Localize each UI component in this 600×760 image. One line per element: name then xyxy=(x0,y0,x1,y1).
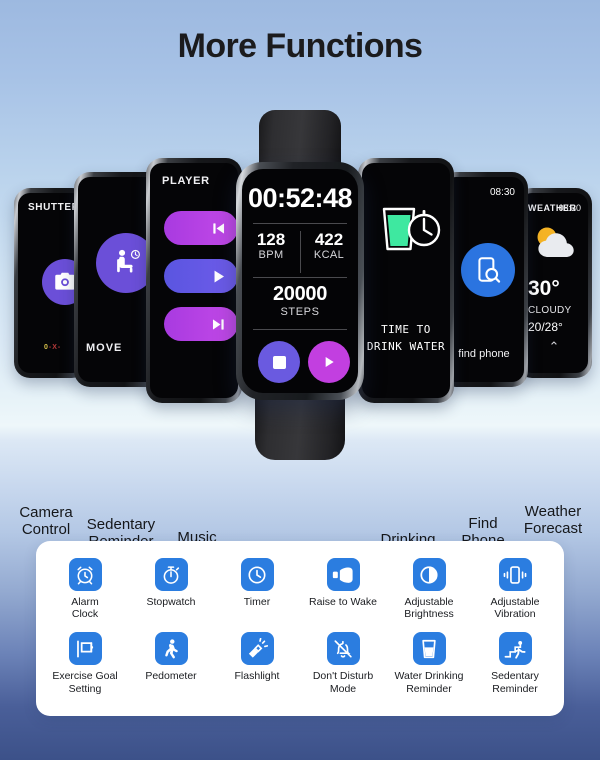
feature-label: Exercise Goal Setting xyxy=(52,670,118,695)
feature-item[interactable]: Stopwatch xyxy=(128,555,214,623)
feature-card: Alarm Clock Stopwatch Timer Raise to Wake Adj… xyxy=(36,541,564,716)
divider xyxy=(253,223,347,224)
feature-label: Adjustable Vibration xyxy=(490,596,540,621)
feature-item[interactable]: Exercise Goal Setting xyxy=(42,629,128,697)
play-button[interactable] xyxy=(308,341,350,383)
watch-drinking-reminder[interactable]: TIME TO DRINK WATER xyxy=(358,158,454,403)
watch-screen-music: PLAYER xyxy=(150,163,238,398)
feature-item[interactable]: Alarm Clock xyxy=(42,555,128,623)
feature-label: Flashlight xyxy=(234,670,280,683)
move-label: MOVE xyxy=(86,342,123,354)
page-header: More Functions xyxy=(0,0,600,66)
watch-case: 00:52:48 128 BPM 422 KCAL 20000 STEPS xyxy=(236,162,364,400)
feature-item[interactable]: Flashlight xyxy=(214,629,300,697)
kcal-value: 422 xyxy=(314,230,344,249)
watch-screen-drink: TIME TO DRINK WATER xyxy=(362,163,450,398)
weather-time: 08:30 xyxy=(558,203,581,213)
feature-item[interactable]: Don't Disturb Mode xyxy=(300,629,386,697)
walking-stairs-icon xyxy=(498,632,532,666)
phone-search-icon xyxy=(461,243,515,297)
feature-label: Pedometer xyxy=(145,670,197,683)
drink-line-1: TIME TO xyxy=(381,323,431,336)
watch-showcase: SHUTTER 0-X- MOVE PLAYER 00:52:48 128 BP… xyxy=(0,110,600,565)
calories-stat: 422 KCAL xyxy=(300,231,358,261)
stopwatch-icon xyxy=(154,558,188,591)
watch-screen-hero: 00:52:48 128 BPM 422 KCAL 20000 STEPS xyxy=(242,169,358,393)
steps-stat: 20000 STEPS xyxy=(242,283,358,318)
page-title: More Functions xyxy=(177,27,423,65)
watch-music-control[interactable]: PLAYER xyxy=(146,158,242,403)
caption-weather-forecast: Weather Forecast xyxy=(523,503,583,538)
feature-item[interactable]: Water Drinking Reminder xyxy=(386,629,472,697)
feature-item[interactable]: Adjustable Brightness xyxy=(386,555,472,623)
find-phone-label: find phone xyxy=(458,348,510,360)
feature-label: Alarm Clock xyxy=(71,596,99,621)
vibration-icon xyxy=(498,558,532,591)
feature-item[interactable]: Raise to Wake xyxy=(300,555,386,623)
feature-label: Adjustable Brightness xyxy=(404,596,454,621)
steps-value: 20000 xyxy=(272,283,328,305)
timer-clock-icon xyxy=(240,558,274,591)
heart-rate-stat: 128 BPM xyxy=(242,231,300,261)
feature-grid: Alarm Clock Stopwatch Timer Raise to Wake Adj… xyxy=(42,555,558,698)
water-glass-clock-icon xyxy=(376,201,444,263)
alarm-clock-icon xyxy=(68,558,102,591)
next-track-button[interactable] xyxy=(164,307,238,341)
watch-screen-find: 08:30 find phone xyxy=(444,177,524,382)
walking-person-icon xyxy=(154,632,188,666)
camera-indicator: 0-X- xyxy=(44,344,62,351)
workout-timer: 00:52:48 xyxy=(247,183,353,213)
play-icon xyxy=(325,357,334,367)
feature-label: Stopwatch xyxy=(146,596,196,608)
drink-line-2: DRINK WATER xyxy=(366,340,446,353)
clock-time: 08:30 xyxy=(489,187,515,198)
divider xyxy=(253,277,347,278)
player-title: PLAYER xyxy=(162,175,210,187)
feature-item[interactable]: Adjustable Vibration xyxy=(472,555,558,623)
feature-label: Sedentary Reminder xyxy=(491,670,539,695)
weather-range: 20/28° xyxy=(528,320,563,334)
watch-fitness-hero[interactable]: 00:52:48 128 BPM 422 KCAL 20000 STEPS xyxy=(231,110,369,460)
raise-to-wake-icon xyxy=(326,558,360,591)
weather-temperature: 30° xyxy=(528,277,560,300)
feature-item[interactable]: Timer xyxy=(214,555,300,623)
flag-goal-icon xyxy=(68,632,102,666)
weather-condition: CLOUDY xyxy=(528,305,572,316)
chevron-up-icon[interactable]: ⌃ xyxy=(520,339,588,355)
divider xyxy=(253,329,347,330)
stop-button[interactable] xyxy=(258,341,300,383)
bpm-unit: BPM xyxy=(258,248,284,261)
previous-track-button[interactable] xyxy=(164,211,238,245)
feature-label: Raise to Wake xyxy=(309,596,377,608)
caption-camera-control: Camera Control xyxy=(19,504,73,539)
brightness-icon xyxy=(412,558,446,591)
bell-muted-icon xyxy=(326,632,360,666)
watch-screen-weather: WEATHER 08:30 30° CLOUDY 20/28° ⌃ xyxy=(520,193,588,373)
play-button[interactable] xyxy=(164,259,238,293)
feature-item[interactable]: Pedometer xyxy=(128,629,214,697)
bpm-value: 128 xyxy=(256,230,286,249)
feature-item[interactable]: Sedentary Reminder xyxy=(472,629,558,697)
stop-icon xyxy=(272,355,286,369)
feature-label: Don't Disturb Mode xyxy=(312,670,374,695)
feature-label: Water Drinking Reminder xyxy=(394,670,464,695)
steps-unit: STEPS xyxy=(280,306,320,318)
sun-cloud-icon xyxy=(528,221,582,263)
water-glass-icon xyxy=(412,632,446,666)
kcal-unit: KCAL xyxy=(313,248,345,261)
flashlight-icon xyxy=(240,632,274,666)
feature-label: Timer xyxy=(243,596,271,608)
